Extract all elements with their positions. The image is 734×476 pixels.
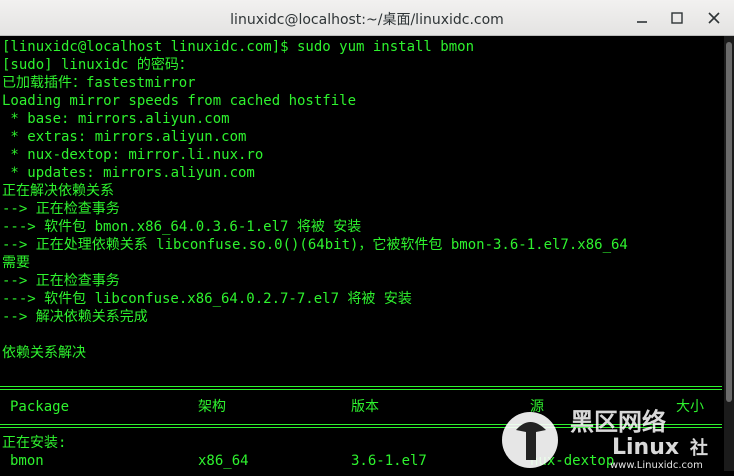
watermark-brand-suffix: 社 xyxy=(690,437,708,459)
terminal-line: 已加载插件：fastestmirror xyxy=(2,75,196,91)
terminal-line: ---> 软件包 bmon.x86_64.0.3.6-1.el7 将被 安装 xyxy=(2,219,362,235)
table-section-label: 正在安装: xyxy=(2,435,67,451)
minimize-icon xyxy=(637,21,647,23)
terminal-line: --> 正在检查事务 xyxy=(2,201,120,217)
terminal-line: [linuxidc@localhost linuxidc.com]$ sudo … xyxy=(2,39,475,55)
terminal-line: * base: mirrors.aliyun.com xyxy=(2,111,230,127)
column-header-package: Package xyxy=(10,399,70,415)
scrollbar-thumb[interactable] xyxy=(726,42,732,402)
terminal-line: 正在解决依赖关系 xyxy=(2,183,114,199)
terminal-line: [sudo] linuxidc 的密码： xyxy=(2,57,193,73)
terminal-line: * nux-dextop: mirror.li.nux.ro xyxy=(2,147,264,163)
minimize-button[interactable] xyxy=(632,8,652,28)
table-cell-package: bmon xyxy=(10,453,44,469)
table-divider xyxy=(0,389,722,390)
terminal-line: --> 解决依赖关系完成 xyxy=(2,309,148,325)
window-title: linuxidc@localhost:~/桌面/linuxidc.com xyxy=(230,12,504,28)
table-cell-version: 3.6-1.el7 xyxy=(351,453,427,469)
watermark-logo: 黑区网络 Linux 社 www.Linuxidc.com xyxy=(500,400,734,471)
maximize-button[interactable] xyxy=(667,8,687,28)
terminal-line: * updates: mirrors.aliyun.com xyxy=(2,165,255,181)
terminal-line: 需要 xyxy=(2,255,30,271)
terminal-line: * extras: mirrors.aliyun.com xyxy=(2,129,247,145)
column-header-version: 版本 xyxy=(351,399,379,415)
close-button[interactable] xyxy=(704,8,724,28)
table-cell-arch: x86_64 xyxy=(198,453,249,469)
maximize-icon xyxy=(671,12,683,24)
terminal-line: ---> 软件包 libconfuse.x86_64.0.2.7-7.el7 将… xyxy=(2,291,412,307)
close-icon xyxy=(708,12,720,24)
terminal-line: --> 正在处理依赖关系 libconfuse.so.0()(64bit)，它被… xyxy=(2,237,628,253)
terminal-line: 依赖关系解决 xyxy=(2,345,86,361)
window-titlebar[interactable]: linuxidc@localhost:~/桌面/linuxidc.com xyxy=(0,0,734,36)
watermark-brand-cn: 黑区网络 xyxy=(570,408,666,436)
column-header-arch: 架构 xyxy=(198,399,226,415)
terminal-line: Loading mirror speeds from cached hostfi… xyxy=(2,93,357,109)
watermark-url: www.Linuxidc.com xyxy=(610,460,703,471)
terminal-line: --> 正在检查事务 xyxy=(2,273,120,289)
watermark-brand-en: Linux xyxy=(612,435,679,460)
table-divider xyxy=(0,386,722,387)
